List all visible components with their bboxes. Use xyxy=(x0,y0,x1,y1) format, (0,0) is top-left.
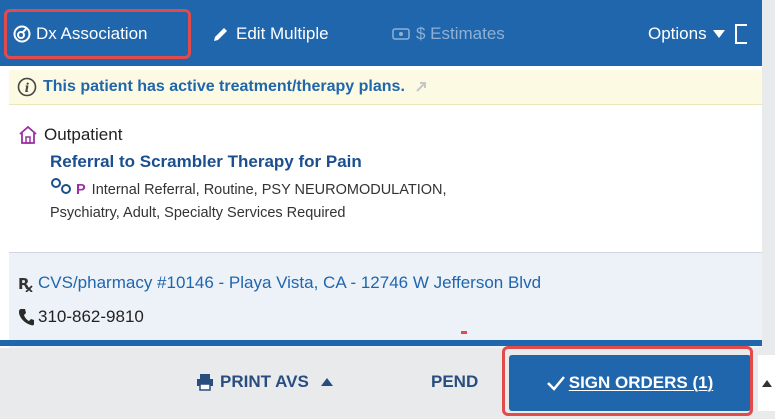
order-details: P Internal Referral, Routine, PSY NEUROMO… xyxy=(50,178,758,225)
pharmacy-phone-number: 310-862-9810 xyxy=(38,307,144,326)
pend-button[interactable]: PEND xyxy=(431,372,478,392)
edit-multiple-label: Edit Multiple xyxy=(236,24,329,43)
caret-down-icon xyxy=(712,30,725,38)
svg-text:i: i xyxy=(25,81,30,95)
sign-options-toggle[interactable] xyxy=(758,355,775,411)
caret-up-icon[interactable] xyxy=(320,378,333,386)
estimate-card-icon xyxy=(392,27,410,41)
treatment-plan-message: This patient has active treatment/therap… xyxy=(43,78,405,95)
panel-toggle-icon[interactable] xyxy=(734,24,747,44)
printer-icon xyxy=(196,373,214,391)
phone-icon xyxy=(18,308,34,326)
dx-association-highlight xyxy=(4,9,191,59)
open-link-icon[interactable] xyxy=(415,81,427,93)
print-avs-label: PRINT AVS xyxy=(220,372,309,391)
pharmacy-name: CVS/pharmacy #10146 - Playa Vista, CA - … xyxy=(38,273,542,292)
red-marker xyxy=(461,331,467,334)
options-menu-button[interactable]: Options xyxy=(648,20,747,48)
priority-badge: P xyxy=(76,182,86,198)
orders-panel: Dx Association Edit Multiple $ Estimates… xyxy=(0,0,762,348)
order-details-line2: Psychiatry, Adult, Specialty Services Re… xyxy=(50,205,346,221)
options-label: Options xyxy=(648,24,707,43)
pencil-icon xyxy=(212,25,230,43)
order-details-line1: Internal Referral, Routine, PSY NEUROMOD… xyxy=(91,182,447,198)
info-icon: i xyxy=(17,77,37,97)
order-setting: Outpatient xyxy=(18,125,758,145)
edit-multiple-button[interactable]: Edit Multiple xyxy=(212,20,329,48)
order-setting-label: Outpatient xyxy=(44,125,123,144)
pharmacy-phone: 310-862-9810 xyxy=(18,307,144,327)
treatment-plan-banner[interactable]: i This patient has active treatment/ther… xyxy=(9,70,762,105)
home-icon xyxy=(18,125,38,145)
referral-icon xyxy=(50,178,72,194)
order-title[interactable]: Referral to Scrambler Therapy for Pain xyxy=(50,152,758,172)
estimates-button[interactable]: $ Estimates xyxy=(392,20,505,48)
caret-up-small-icon xyxy=(761,379,772,387)
estimates-label: $ Estimates xyxy=(416,24,505,43)
pharmacy-section: R CVS/pharmacy #10146 - Playa Vista, CA … xyxy=(9,253,762,348)
sign-orders-highlight xyxy=(502,346,753,416)
rx-icon: R xyxy=(18,274,34,292)
print-avs-button[interactable]: PRINT AVS xyxy=(196,372,333,392)
order-entry[interactable]: Outpatient Referral to Scrambler Therapy… xyxy=(18,125,758,225)
pharmacy-link[interactable]: R CVS/pharmacy #10146 - Playa Vista, CA … xyxy=(18,273,541,293)
